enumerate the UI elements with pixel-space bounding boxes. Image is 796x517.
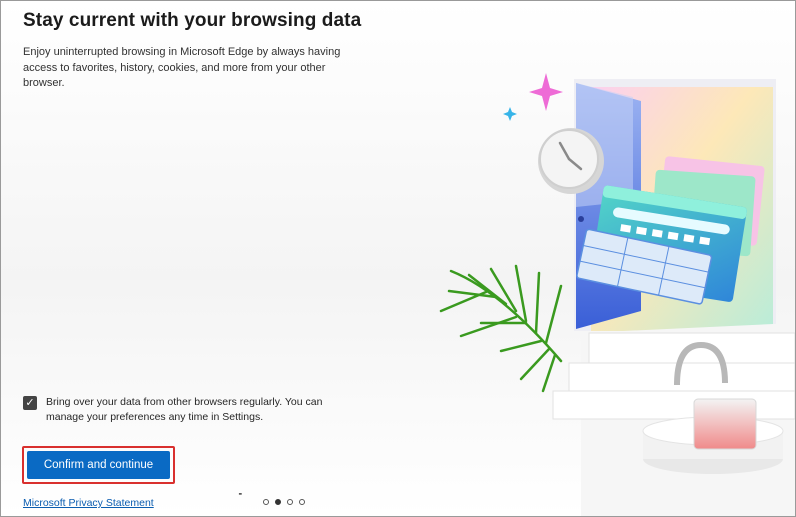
page-description: Enjoy uninterrupted browsing in Microsof… <box>23 46 341 89</box>
checkmark-icon: ✓ <box>25 396 35 409</box>
privacy-statement-link[interactable]: Microsoft Privacy Statement <box>23 497 154 509</box>
step-dot-1[interactable] <box>263 499 269 505</box>
first-run-dialog: Stay current with your browsing data Enj… <box>0 0 796 517</box>
consent-label: Bring over your data from other browsers… <box>46 396 323 423</box>
browsing-data-illustration <box>439 73 795 516</box>
step-dot-3[interactable] <box>287 499 293 505</box>
cursor-artifact: ╸ <box>239 489 245 499</box>
page-title: Stay current with your browsing data <box>23 10 362 31</box>
import-consent: ✓ Bring over your data from other browse… <box>23 395 333 425</box>
step-indicator <box>263 499 305 505</box>
confirm-and-continue-button[interactable]: Confirm and continue <box>27 451 170 479</box>
step-dot-4[interactable] <box>299 499 305 505</box>
step-dot-2-current[interactable] <box>275 499 281 505</box>
consent-checkbox[interactable]: ✓ <box>23 396 37 410</box>
